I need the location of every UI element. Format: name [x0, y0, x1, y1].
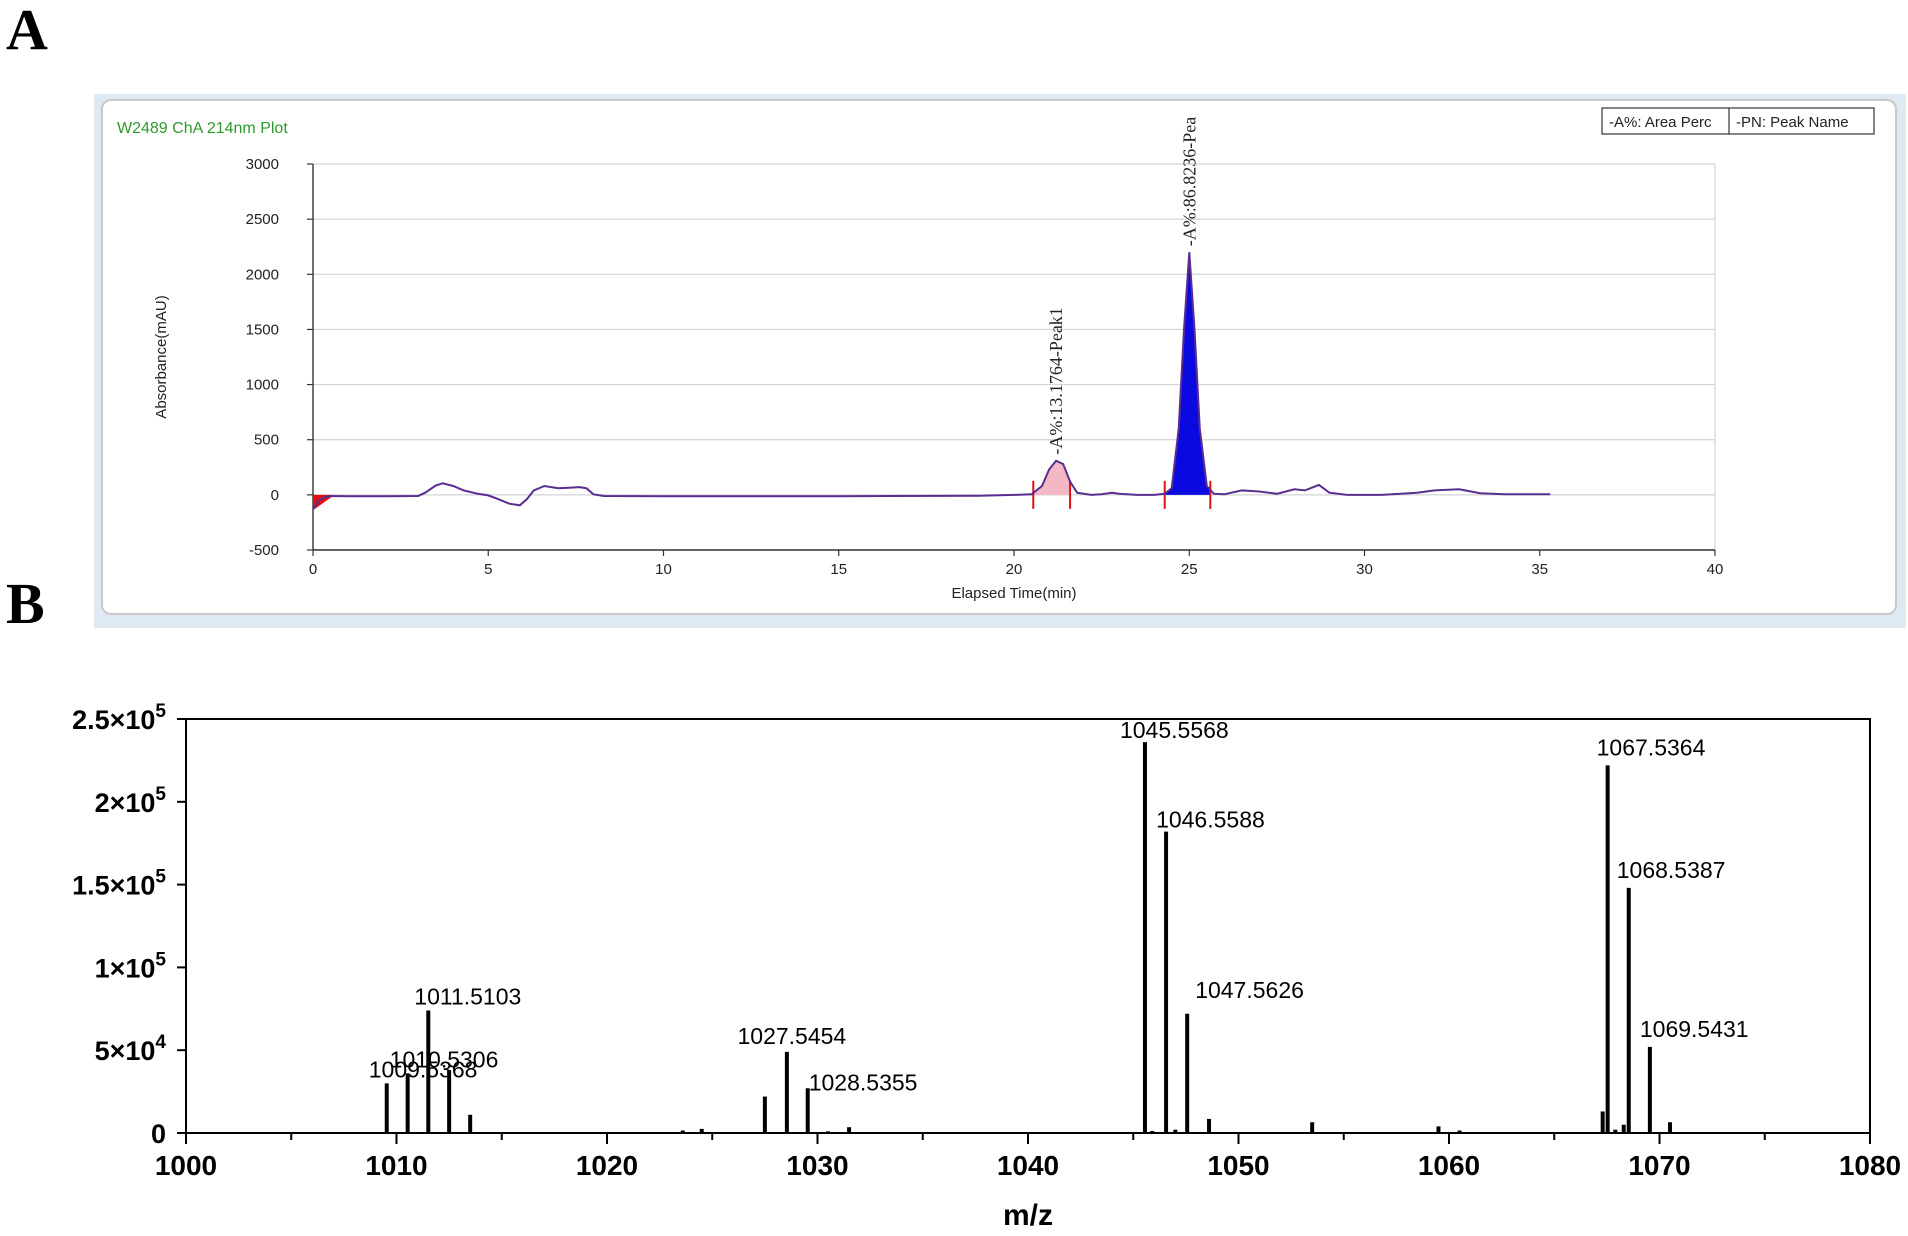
peak-label-1: -A%:13.1764-Peak1 — [1046, 307, 1066, 454]
chromatogram-trace — [312, 252, 1551, 510]
x-tick-label: 1000 — [155, 1150, 217, 1181]
y-tick-label: 1×105 — [95, 949, 167, 983]
y-tick-label: 0 — [151, 1119, 166, 1149]
peak-label: 1028.5355 — [809, 1069, 918, 1095]
y-tick-label: 1500 — [246, 321, 279, 338]
y-tick-label: 500 — [254, 432, 279, 449]
peak-label: 1011.5103 — [414, 983, 521, 1009]
peak-label: 1047.5626 — [1195, 977, 1304, 1003]
peak-label: 1045.5568 — [1120, 717, 1229, 743]
peak-label: 1068.5387 — [1617, 857, 1726, 883]
y-tick-label: 5×104 — [95, 1032, 167, 1066]
x-tick-label: 40 — [1707, 561, 1724, 578]
x-tick-label: 30 — [1356, 561, 1373, 578]
y-tick-label: 0 — [271, 487, 279, 504]
y-tick-label: 2.5×105 — [72, 701, 166, 735]
y-tick-label: -500 — [249, 542, 279, 559]
peak-label: 1046.5588 — [1156, 807, 1265, 833]
x-axis-label: Elapsed Time(min) — [951, 585, 1076, 602]
peak-label: 1067.5364 — [1597, 734, 1706, 760]
peak-label: 1027.5454 — [738, 1023, 847, 1049]
y-tick-label: 3000 — [246, 156, 279, 173]
y-tick-label: 2000 — [246, 266, 279, 283]
x-tick-label: 1060 — [1418, 1150, 1480, 1181]
y-tick-label: 1.5×105 — [72, 867, 166, 901]
x-tick-label: 10 — [655, 561, 672, 578]
plot-title: W2489 ChA 214nm Plot — [117, 120, 288, 137]
x-tick-label: 15 — [830, 561, 847, 578]
x-tick-label: 5 — [484, 561, 492, 578]
x-tick-label: 1030 — [786, 1150, 848, 1181]
y-tick-label: 2500 — [246, 211, 279, 228]
x-tick-label: 0 — [309, 561, 317, 578]
x-tick-label: 20 — [1006, 561, 1023, 578]
y-tick-label: 2×105 — [95, 784, 167, 818]
legend-entry-peak: -PN: Peak Name — [1736, 114, 1849, 131]
legend-entry-area: -A%: Area Perc — [1609, 114, 1712, 131]
peak-label: 1069.5431 — [1640, 1016, 1749, 1042]
x-axis-label: m/z — [1003, 1199, 1053, 1232]
peak-label: 1010.5306 — [390, 1046, 499, 1072]
peak-label-2: -A%:86.8236-Pea — [1179, 117, 1199, 246]
chart-canvas: -500 0 500 1000 1500 2000 2500 3000 0 5 10 15 20 25 30… — [72, 107, 1901, 1232]
x-tick-label: 1070 — [1628, 1150, 1690, 1181]
x-tick-label: 35 — [1531, 561, 1548, 578]
x-tick-label: 25 — [1181, 561, 1198, 578]
x-tick-label: 1020 — [576, 1150, 638, 1181]
y-axis-label: Absorbance(mAU) — [153, 295, 170, 418]
x-tick-label: 1040 — [997, 1150, 1059, 1181]
x-tick-label: 1080 — [1839, 1150, 1901, 1181]
x-tick-label: 1050 — [1207, 1150, 1269, 1181]
y-tick-label: 1000 — [246, 377, 279, 394]
hplc-chart: -500 0 500 1000 1500 2000 2500 3000 0 5 10 15 20 25 30… — [117, 107, 1875, 602]
mass-spectrum-chart: 1000 1010 1020 1030 1040 1050 1060 1070 1080 m/z 0… — [72, 701, 1901, 1232]
x-tick-label: 1010 — [365, 1150, 427, 1181]
